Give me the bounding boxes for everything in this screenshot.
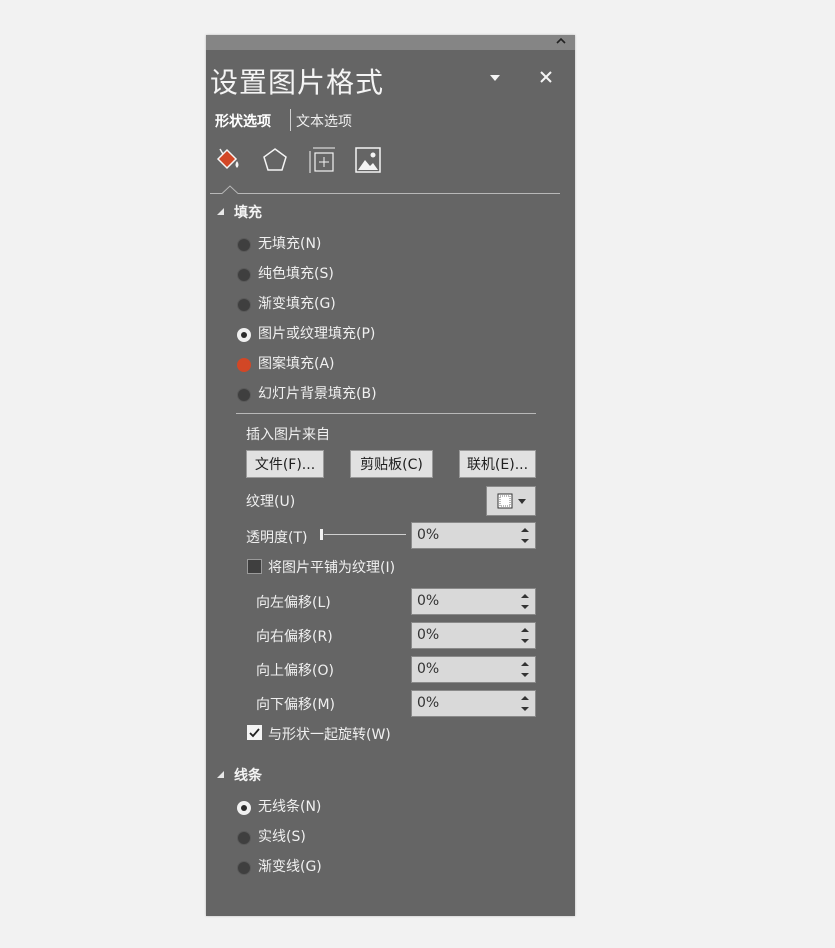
close-pane-button[interactable] <box>536 65 556 89</box>
spin-down-icon[interactable] <box>519 704 531 716</box>
spin-up-icon[interactable] <box>519 658 531 670</box>
line-radio[interactable] <box>237 861 251 875</box>
insert-from-label: 插入图片来自 <box>246 427 330 443</box>
picture-icon <box>355 147 381 173</box>
transparency-input[interactable]: 0% <box>417 523 497 548</box>
transparency-slider-thumb[interactable] <box>320 529 323 540</box>
category-underline <box>210 193 560 194</box>
offset-input[interactable]: 0% <box>417 589 497 614</box>
fill-radio[interactable] <box>237 388 251 402</box>
fill-section-header[interactable]: 填充 <box>217 202 262 222</box>
pane-title: 设置图片格式 <box>210 66 385 99</box>
tab-shape-options[interactable]: 形状选项 <box>215 111 271 131</box>
effects-category[interactable] <box>260 145 290 175</box>
pane-options-dropdown[interactable] <box>485 68 505 88</box>
fill-section-label: 填充 <box>234 205 262 221</box>
fill-option-label: 图案填充(A) <box>258 356 335 372</box>
line-option-label: 实线(S) <box>258 829 306 845</box>
rotate-with-shape-label: 与形状一起旋转(W) <box>268 727 391 743</box>
spin-up-icon[interactable] <box>519 590 531 602</box>
format-picture-pane: 设置图片格式 形状选项 文本选项 填充 无填充(N) 纯色填充(S) 渐变填充(… <box>206 35 575 916</box>
chevron-up-icon <box>556 37 566 44</box>
online-button[interactable]: 联机(E)... <box>459 450 536 478</box>
offset-input[interactable]: 0% <box>417 623 497 648</box>
offset-label: 向下偏移(M) <box>256 697 336 713</box>
transparency-slider-track[interactable] <box>324 534 406 535</box>
spin-up-icon[interactable] <box>519 624 531 636</box>
clipboard-button[interactable]: 剪贴板(C) <box>350 450 433 478</box>
offset-label: 向上偏移(O) <box>256 663 334 679</box>
file-button[interactable]: 文件(F)... <box>246 450 324 478</box>
fill-option-label: 纯色填充(S) <box>258 266 334 282</box>
caret-down-icon <box>490 75 500 81</box>
spin-up-icon[interactable] <box>519 524 531 536</box>
tile-label: 将图片平铺为纹理(I) <box>268 560 396 576</box>
transparency-spinner[interactable]: 0% <box>411 522 536 549</box>
offset-spinner[interactable]: 0% <box>411 690 536 717</box>
texture-picker[interactable] <box>486 486 536 516</box>
transparency-label: 透明度(T) <box>246 530 308 546</box>
fill-radio[interactable] <box>237 298 251 312</box>
spin-down-icon[interactable] <box>519 636 531 648</box>
spin-up-icon[interactable] <box>519 692 531 704</box>
offset-input[interactable]: 0% <box>417 691 497 716</box>
fill-option-label: 幻灯片背景填充(B) <box>258 386 377 402</box>
line-radio[interactable] <box>237 831 251 845</box>
line-option-label: 渐变线(G) <box>258 859 322 875</box>
expand-triangle-icon <box>217 771 224 778</box>
offset-label: 向左偏移(L) <box>256 595 331 611</box>
line-option-label: 无线条(N) <box>258 799 322 815</box>
picture-category[interactable] <box>353 145 383 175</box>
spin-down-icon[interactable] <box>519 536 531 548</box>
fill-radio[interactable] <box>237 358 251 372</box>
texture-label: 纹理(U) <box>246 494 296 510</box>
offset-input[interactable]: 0% <box>417 657 497 682</box>
line-section-label: 线条 <box>234 768 262 784</box>
fill-line-category[interactable] <box>214 145 244 175</box>
check-icon <box>249 728 260 738</box>
texture-swatch-icon <box>497 493 526 509</box>
tab-divider <box>290 109 291 131</box>
line-section-header[interactable]: 线条 <box>217 765 262 785</box>
tile-checkbox[interactable] <box>247 559 262 574</box>
offset-spinner[interactable]: 0% <box>411 622 536 649</box>
spin-down-icon[interactable] <box>519 602 531 614</box>
fill-separator <box>236 413 536 414</box>
fill-radio[interactable] <box>237 328 251 342</box>
size-properties-icon <box>309 147 335 173</box>
pane-top-bar <box>206 35 575 50</box>
selected-category-notch <box>222 185 238 194</box>
spin-down-icon[interactable] <box>519 670 531 682</box>
close-icon <box>540 71 552 83</box>
effects-pentagon-icon <box>263 148 287 171</box>
expand-triangle-icon <box>217 208 224 215</box>
collapse-ribbon-button[interactable] <box>553 35 569 49</box>
offset-spinner[interactable]: 0% <box>411 588 536 615</box>
line-radio[interactable] <box>237 801 251 815</box>
size-properties-category[interactable] <box>307 145 337 175</box>
offset-label: 向右偏移(R) <box>256 629 333 645</box>
fill-option-label: 无填充(N) <box>258 236 322 252</box>
fill-option-label: 渐变填充(G) <box>258 296 336 312</box>
fill-radio[interactable] <box>237 238 251 252</box>
fill-line-icon <box>216 148 239 170</box>
offset-spinner[interactable]: 0% <box>411 656 536 683</box>
fill-radio[interactable] <box>237 268 251 282</box>
rotate-with-shape-checkbox[interactable] <box>247 725 262 740</box>
fill-option-label: 图片或纹理填充(P) <box>258 326 376 342</box>
tab-text-options[interactable]: 文本选项 <box>296 111 352 131</box>
